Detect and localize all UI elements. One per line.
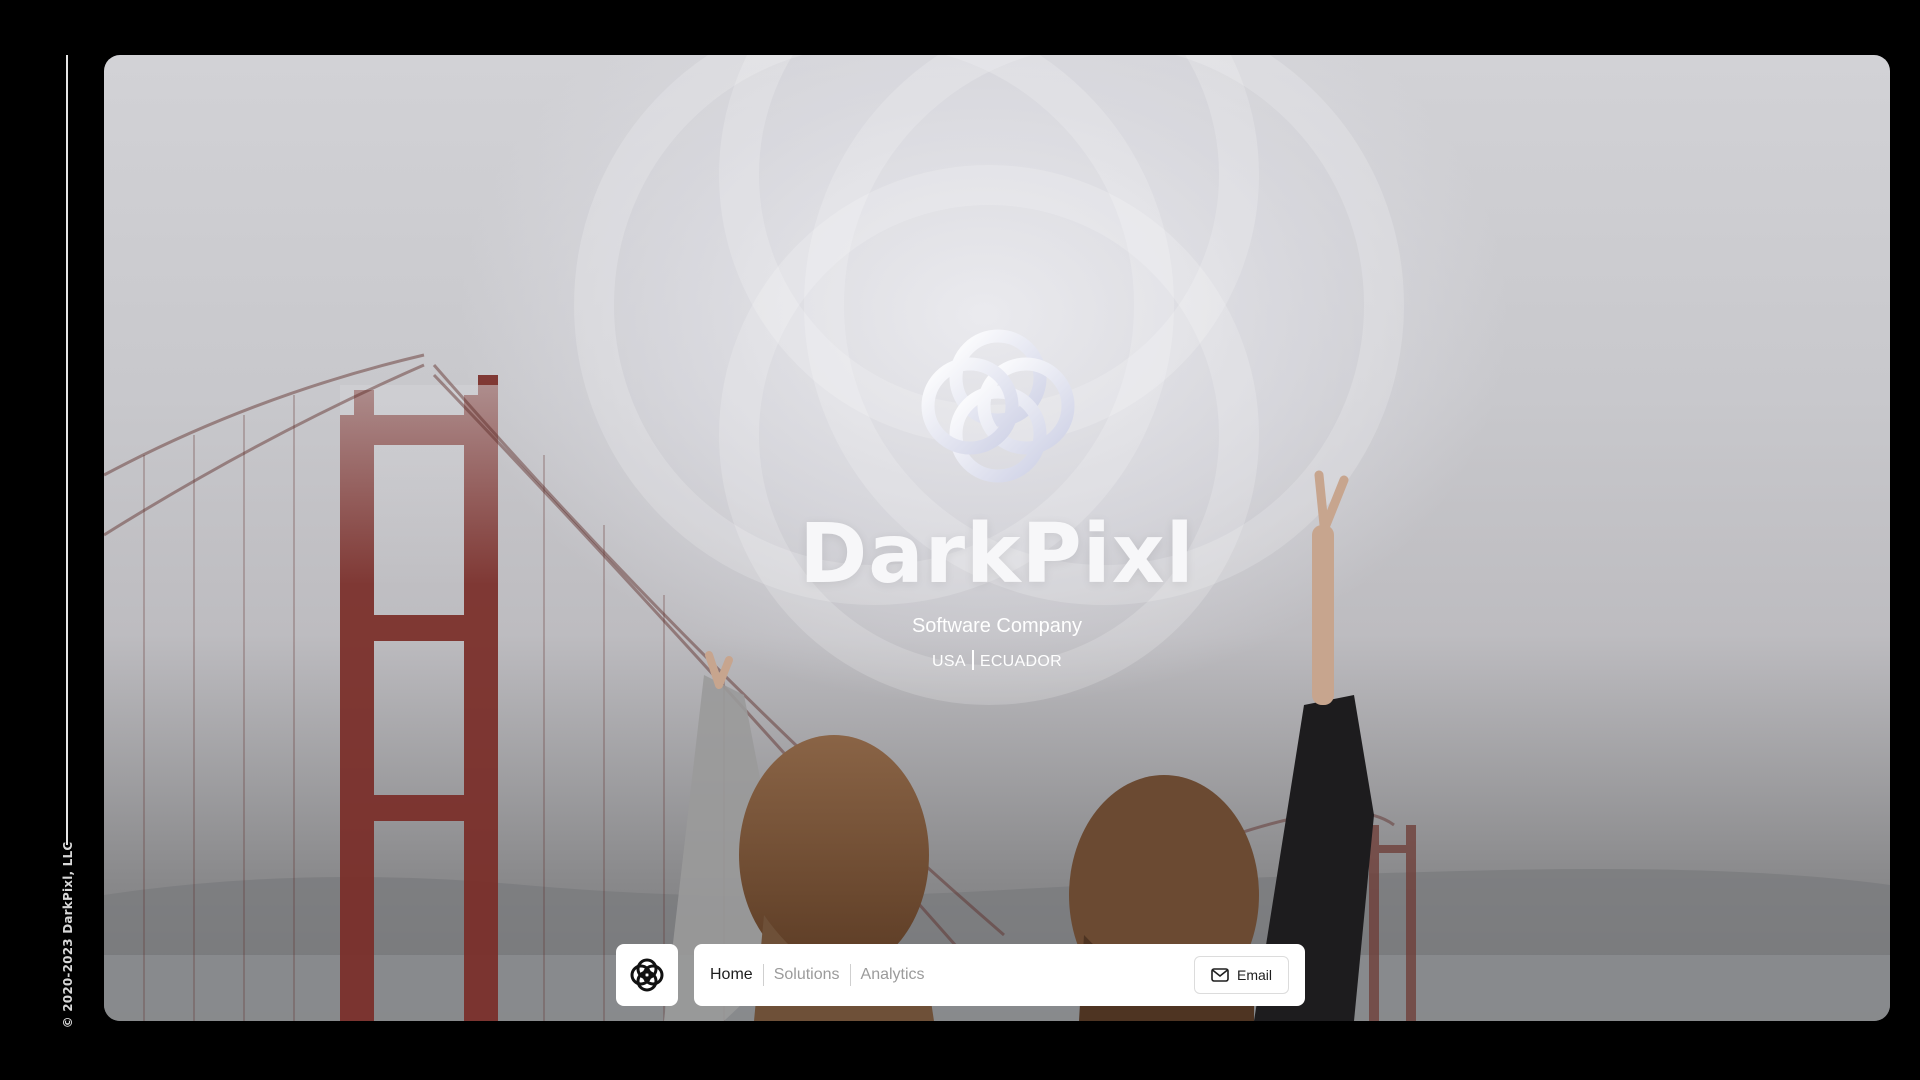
- nav-item-solutions[interactable]: Solutions: [764, 964, 850, 986]
- brand-logo-icon: [912, 320, 1084, 492]
- nav-item-home[interactable]: Home: [710, 964, 763, 986]
- bottom-navigation: Home Solutions Analytics Email: [694, 944, 1305, 1006]
- copyright-text: © 2020-2023 DarkPixl, LLC: [61, 841, 75, 1029]
- brand-tagline: Software Company: [911, 615, 1083, 637]
- email-button[interactable]: Email: [1193, 956, 1289, 994]
- nav-item-analytics[interactable]: Analytics: [851, 964, 935, 986]
- location-separator: [971, 650, 974, 670]
- sidebar-divider: [66, 55, 68, 845]
- interlocked-rings-logo-icon: [630, 958, 664, 992]
- nav-logo-button[interactable]: [616, 944, 678, 1006]
- brand-name: DarkPixl: [799, 507, 1195, 602]
- email-button-label: Email: [1236, 967, 1272, 983]
- hero-banner: DarkPixl Software Company USA ECUADOR: [104, 55, 1890, 1021]
- location-usa: USA: [932, 653, 966, 670]
- brand-locations: USA ECUADOR: [104, 650, 1890, 671]
- envelope-icon: [1211, 968, 1229, 982]
- location-ecuador: ECUADOR: [979, 653, 1062, 670]
